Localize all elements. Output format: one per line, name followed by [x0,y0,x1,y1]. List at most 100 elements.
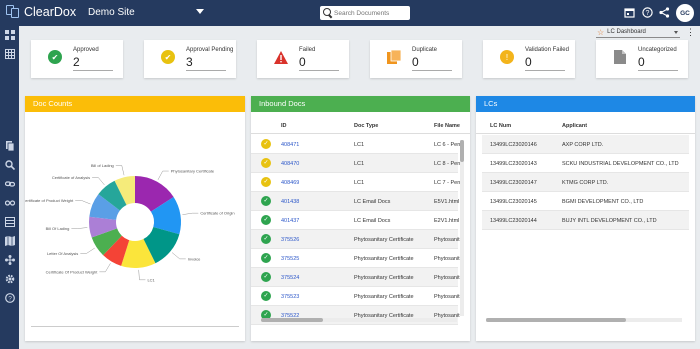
file-name: Phytosanit [434,294,460,300]
doc-type: LC1 [354,180,365,186]
file-name: E5V1.html [434,199,460,205]
grid-icon[interactable] [4,49,15,60]
avatar[interactable]: GC [676,4,694,22]
table-row[interactable]: ✓ 401438 LC Email Docs E5V1.html [251,192,460,211]
stat-label: Approved [73,47,99,53]
table-row[interactable]: ✓ 375526 Phytosanitary Certificate Phytosan… [251,230,460,249]
table-row[interactable]: ✓ 408469 LC1 LC 7 - Pend [251,173,463,192]
doc-id-link[interactable]: 401437 [281,218,299,224]
network-icon[interactable] [4,255,15,266]
logo[interactable]: ClearDox [6,5,76,19]
applicant: KTMG CORP LTD. [562,180,609,186]
stat-value: 3 [186,56,226,71]
status-icon: ✓ [261,272,271,282]
stat-label: Duplicate [412,47,438,53]
doc-id-link[interactable]: 375524 [281,275,299,281]
table-row[interactable]: ✓ 408471 LC1 LC 6 - Pend [251,135,463,154]
lc-num: 13499LC23020143 [490,161,537,167]
help-icon[interactable]: ? [641,7,653,19]
table-row[interactable]: 13499LC23020147 KTMG CORP LTD. [482,173,689,192]
doc-id-link[interactable]: 408470 [281,161,299,167]
doc-id-link[interactable]: 401438 [281,199,299,205]
search-input[interactable] [334,9,410,17]
column-header-doc-type[interactable]: Doc Type [354,123,378,129]
doc-counts-chart: Phytosanitary Certificate Certificate of … [25,163,235,282]
slice-label: Bill Of Lading [46,226,70,231]
workflow-icon[interactable] [4,198,15,209]
table-row[interactable]: ✓ 408470 LC1 LC 8 - Pend [251,154,463,173]
status-icon: ✓ [261,158,271,168]
dashboard-icon[interactable] [4,30,15,41]
table-row[interactable]: ✓ 375523 Phytosanitary Certificate Phytosan… [251,287,460,306]
horizontal-scrollbar[interactable] [261,318,457,322]
doc-id-link[interactable]: 375525 [281,256,299,262]
table-icon[interactable] [4,217,15,228]
stat-label: Approval Pending [186,47,234,53]
doc-type: LC1 [354,142,365,148]
table-row[interactable]: 13499LC23020145 BGMI DEVELOPMENT CO., LTD [482,192,689,211]
stat-card-validation-failed[interactable]: ! Validation Failed 0 [483,40,575,78]
table-row[interactable]: 13499LC23020146 AXP CORP LTD. [482,135,689,154]
stat-value: 0 [525,56,565,71]
stat-value: 0 [299,56,339,71]
table-row[interactable]: ✓ 401437 LC Email Docs E2V1.html [251,211,459,230]
doc-id-link[interactable]: 408471 [281,142,299,148]
stat-value: 0 [412,56,452,71]
doc-id-link[interactable]: 375526 [281,237,299,243]
top-bar: ClearDox Demo Site ? GC [0,0,700,26]
column-header-lc-num[interactable]: LC Num [490,123,511,129]
doc-type: Phytosanitary Certificate [354,294,414,300]
svg-text:?: ? [8,296,12,303]
settings-icon[interactable] [4,274,15,285]
doc-id-link[interactable]: 408469 [281,180,299,186]
logo-text: ClearDox [24,5,77,19]
stat-card-duplicate[interactable]: Duplicate 0 [370,40,462,78]
column-header-applicant[interactable]: Applicant [562,123,587,129]
site-name[interactable]: Demo Site [88,7,135,18]
doc-type: Phytosanitary Certificate [354,256,414,262]
lcs-panel: LCs LC Num Applicant 13499LC23020146 AXP … [476,96,695,341]
slice-label: Certificate of Product Weight [25,198,74,203]
column-header-file-name[interactable]: File Name [434,123,460,129]
label-leader-line [182,212,199,215]
star-icon: ☆ [597,27,605,37]
check-circle-icon: ✔ [48,50,62,64]
search-icon[interactable] [4,160,15,171]
slice-label: Letter Of Analysis [47,251,78,256]
panel-title: Doc Counts [25,96,245,112]
column-header-id[interactable]: ID [281,123,287,129]
dashboard-selector[interactable]: ☆ LC Dashboard [596,27,680,38]
horizontal-scrollbar[interactable] [486,318,682,322]
documents-icon[interactable] [4,141,15,152]
help-circle-icon[interactable]: ? [4,293,15,304]
doc-type: Phytosanitary Certificate [354,237,414,243]
slice-label: Certificate Of Product Weight [46,269,99,274]
stat-card-approval-pending[interactable]: ✔ Approval Pending 3 [144,40,236,78]
lc-num: 13499LC23020144 [490,218,537,224]
table-row[interactable]: ✓ 375524 Phytosanitary Certificate Phytosan… [251,268,460,287]
link-icon[interactable] [4,179,15,190]
status-icon: ✓ [261,234,271,244]
slice-label: LC1 [147,277,155,282]
vertical-scrollbar[interactable] [460,140,464,316]
map-icon[interactable] [4,236,15,247]
stat-card-failed[interactable]: Failed 0 [257,40,349,78]
file-name: LC 7 - Pend [434,180,464,186]
doc-id-link[interactable]: 375523 [281,294,299,300]
table-row[interactable]: ✓ 375522 Phytosanitary Certificate Phytosan… [251,306,460,325]
calendar-icon[interactable] [623,7,635,19]
search-icon[interactable] [323,8,331,18]
logo-icon [6,5,20,19]
table-row[interactable]: ✓ 375525 Phytosanitary Certificate Phytosan… [251,249,460,268]
stat-card-approved[interactable]: ✔ Approved 2 [31,40,123,78]
inbound-docs-panel: Inbound Docs ID Doc Type File Name ✓ 4084… [251,96,470,341]
site-dropdown-icon[interactable] [196,9,204,14]
more-icon[interactable]: ⋮ [686,28,695,37]
stat-card-uncategorized[interactable]: Uncategorized 0 [596,40,688,78]
table-row[interactable]: 13499LC23020143 SCKU INDUSTRIAL DEVELOPME… [482,154,689,173]
table-row[interactable]: 13499LC23020144 BUJY INTL DEVELOPMENT CO.… [482,211,689,230]
share-icon[interactable] [658,7,670,19]
status-icon: ✓ [261,215,271,225]
file-icon [613,50,627,64]
label-leader-line [75,200,91,205]
